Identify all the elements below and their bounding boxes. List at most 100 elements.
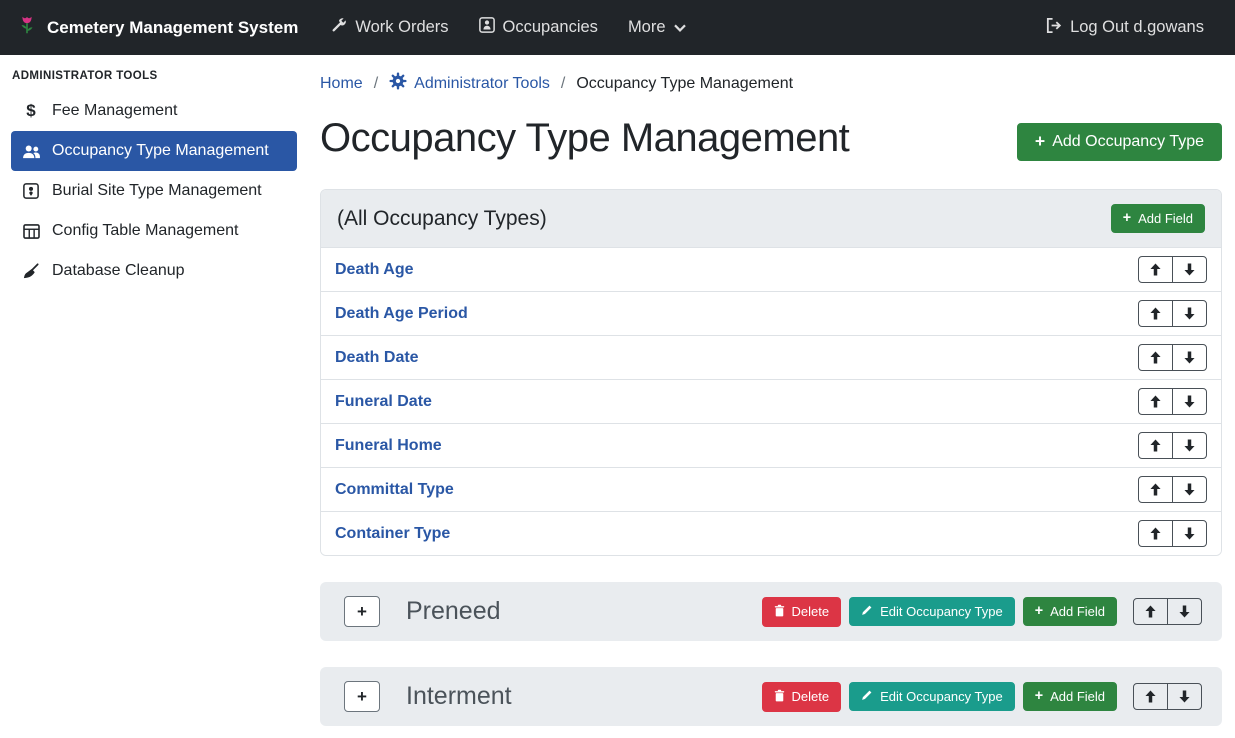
- top-navbar: Cemetery Management System Work Orders O…: [0, 0, 1235, 55]
- field-link[interactable]: Container Type: [335, 525, 450, 543]
- reorder-button-group: [1138, 520, 1207, 547]
- sidebar-item-label: Occupancy Type Management: [52, 142, 269, 160]
- move-up-button[interactable]: [1138, 476, 1173, 503]
- table-icon: [20, 224, 42, 239]
- breadcrumb-home[interactable]: Home: [320, 75, 363, 93]
- nav-more[interactable]: More: [613, 18, 701, 37]
- nav-more-label: More: [628, 18, 666, 37]
- move-up-button[interactable]: [1138, 256, 1173, 283]
- field-link[interactable]: Death Age Period: [335, 305, 468, 323]
- move-down-button[interactable]: [1172, 520, 1207, 547]
- sidebar-item-config-table-management[interactable]: Config Table Management: [11, 211, 297, 251]
- field-link[interactable]: Death Date: [335, 349, 419, 367]
- sidebar-item-database-cleanup[interactable]: Database Cleanup: [11, 251, 297, 291]
- move-down-button[interactable]: [1172, 432, 1207, 459]
- all-occupancy-types-card: (All Occupancy Types) + Add Field Death …: [320, 189, 1222, 556]
- add-occupancy-type-button[interactable]: + Add Occupancy Type: [1017, 123, 1222, 161]
- add-field-button[interactable]: + Add Field: [1023, 597, 1117, 626]
- users-icon: [20, 144, 42, 159]
- sidebar-item-label: Fee Management: [52, 102, 177, 120]
- chevron-down-icon: [674, 18, 686, 37]
- sidebar-item-label: Config Table Management: [52, 222, 239, 240]
- move-down-button[interactable]: [1167, 683, 1202, 710]
- add-field-button[interactable]: + Add Field: [1023, 682, 1117, 711]
- reorder-button-group: [1138, 300, 1207, 327]
- reorder-button-group: [1138, 344, 1207, 371]
- field-link[interactable]: Funeral Date: [335, 393, 432, 411]
- brand-title: Cemetery Management System: [47, 18, 298, 38]
- field-row: Funeral Home: [321, 423, 1221, 467]
- nav-occupancies[interactable]: Occupancies: [464, 17, 613, 38]
- section-title: Interment: [406, 682, 512, 711]
- plus-icon: +: [1035, 689, 1043, 703]
- field-row: Death Age Period: [321, 291, 1221, 335]
- move-up-button[interactable]: [1138, 432, 1173, 459]
- move-down-button[interactable]: [1167, 598, 1202, 625]
- logout-label: Log Out d.gowans: [1070, 18, 1204, 37]
- move-up-button[interactable]: [1133, 683, 1168, 710]
- nav-work-orders-label: Work Orders: [355, 18, 448, 37]
- pencil-icon: [861, 689, 873, 704]
- sidebar-item-burial-site-type-management[interactable]: Burial Site Type Management: [11, 171, 297, 211]
- add-field-button[interactable]: + Add Field: [1111, 204, 1205, 233]
- all-occupancy-types-header: (All Occupancy Types) + Add Field: [321, 190, 1221, 247]
- reorder-button-group: [1133, 683, 1202, 710]
- field-link[interactable]: Death Age: [335, 261, 414, 279]
- move-up-button[interactable]: [1138, 344, 1173, 371]
- move-up-button[interactable]: [1138, 388, 1173, 415]
- pencil-icon: [861, 604, 873, 619]
- occupancy-type-section-interment: + Interment Delete Edit Occupancy Type +…: [320, 667, 1222, 726]
- sidebar-item-label: Database Cleanup: [52, 262, 185, 280]
- logout-icon: [1045, 17, 1062, 39]
- occupancy-type-section-preneed: + Preneed Delete Edit Occupancy Type + A…: [320, 582, 1222, 641]
- expand-section-button[interactable]: +: [344, 596, 380, 627]
- move-up-button[interactable]: [1138, 520, 1173, 547]
- breadcrumb-separator: /: [561, 75, 565, 93]
- delete-button[interactable]: Delete: [762, 597, 842, 627]
- trash-icon: [774, 604, 785, 620]
- tools-icon: [331, 17, 347, 38]
- plus-icon: +: [1035, 604, 1043, 618]
- section-title: Preneed: [406, 597, 501, 626]
- burial-site-icon: [20, 183, 42, 199]
- expand-section-button[interactable]: +: [344, 681, 380, 712]
- nav-work-orders[interactable]: Work Orders: [316, 17, 463, 38]
- breadcrumb-administrator-tools[interactable]: Administrator Tools: [389, 72, 550, 95]
- delete-button[interactable]: Delete: [762, 682, 842, 712]
- main-content: Home / Administrat: [308, 55, 1235, 738]
- breadcrumb-current: Occupancy Type Management: [576, 75, 793, 93]
- page-title: Occupancy Type Management: [320, 115, 849, 161]
- occupancy-icon: [479, 17, 495, 38]
- plus-icon: +: [1123, 211, 1131, 225]
- nav-occupancies-label: Occupancies: [503, 18, 598, 37]
- dollar-icon: $: [20, 101, 42, 121]
- move-down-button[interactable]: [1172, 388, 1207, 415]
- reorder-button-group: [1138, 476, 1207, 503]
- breadcrumb: Home / Administrat: [320, 65, 1222, 113]
- field-row: Funeral Date: [321, 379, 1221, 423]
- field-link[interactable]: Committal Type: [335, 481, 454, 499]
- plus-icon: +: [1035, 133, 1045, 151]
- move-down-button[interactable]: [1172, 344, 1207, 371]
- sidebar-item-occupancy-type-management[interactable]: Occupancy Type Management: [11, 131, 297, 171]
- move-up-button[interactable]: [1138, 300, 1173, 327]
- trash-icon: [774, 689, 785, 705]
- breadcrumb-separator: /: [374, 75, 378, 93]
- field-link[interactable]: Funeral Home: [335, 437, 442, 455]
- brand[interactable]: Cemetery Management System: [16, 14, 298, 41]
- sidebar-header: ADMINISTRATOR TOOLS: [0, 59, 308, 91]
- broom-icon: [20, 263, 42, 279]
- logout-link[interactable]: Log Out d.gowans: [1030, 17, 1219, 39]
- sidebar-item-fee-management[interactable]: $ Fee Management: [11, 91, 297, 131]
- sidebar-item-label: Burial Site Type Management: [52, 182, 262, 200]
- reorder-button-group: [1133, 598, 1202, 625]
- move-down-button[interactable]: [1172, 476, 1207, 503]
- edit-occupancy-type-button[interactable]: Edit Occupancy Type: [849, 597, 1015, 626]
- sidebar: ADMINISTRATOR TOOLS $ Fee Management Occ…: [0, 55, 308, 738]
- move-down-button[interactable]: [1172, 256, 1207, 283]
- edit-occupancy-type-button[interactable]: Edit Occupancy Type: [849, 682, 1015, 711]
- move-up-button[interactable]: [1133, 598, 1168, 625]
- card-title: (All Occupancy Types): [337, 207, 547, 231]
- move-down-button[interactable]: [1172, 300, 1207, 327]
- reorder-button-group: [1138, 388, 1207, 415]
